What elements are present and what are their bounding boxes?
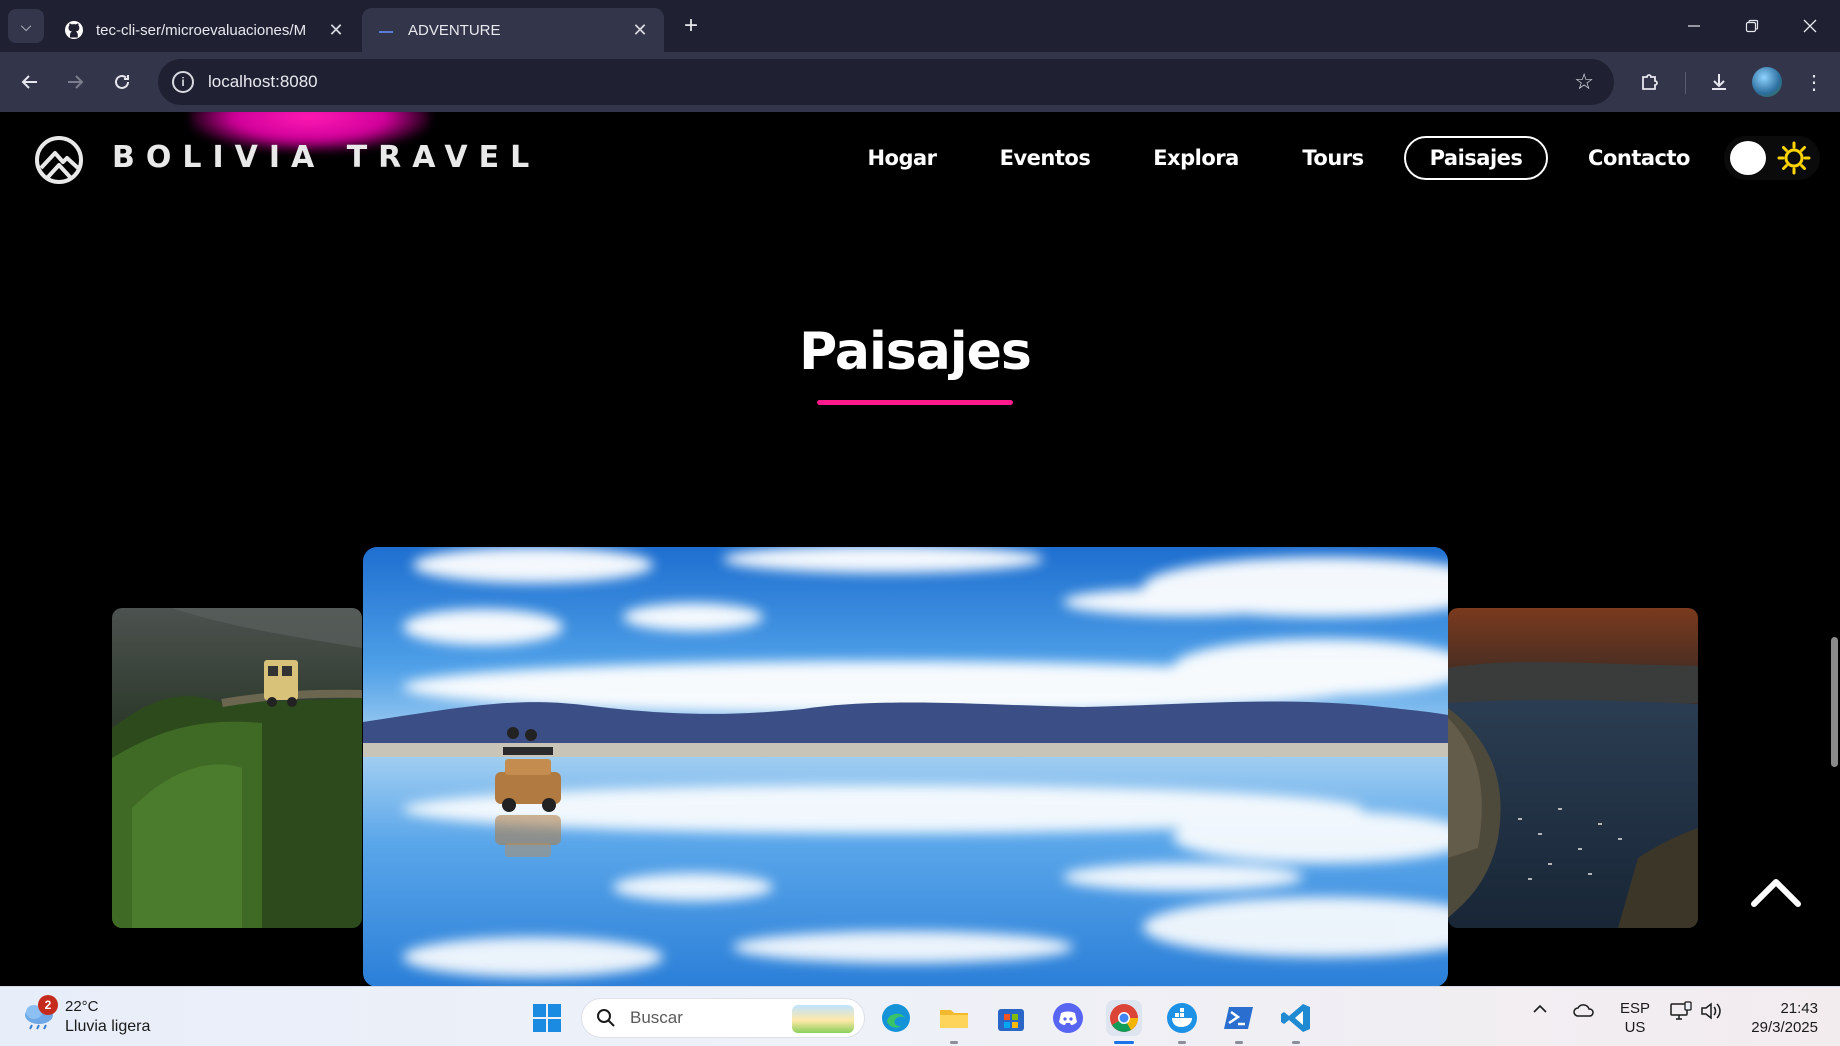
keyboard-layout: US: [1624, 1019, 1646, 1036]
vscode-app[interactable]: [1278, 1000, 1314, 1044]
close-icon: [1803, 19, 1817, 33]
chevron-down-icon: ⌵: [20, 17, 32, 34]
nav-link-hogar[interactable]: Hogar: [856, 136, 948, 180]
volume-icon: [1701, 1002, 1721, 1020]
volume-tray[interactable]: [1700, 1001, 1722, 1026]
restore-icon: [1745, 19, 1759, 33]
network-tray[interactable]: [1670, 1001, 1692, 1026]
terminal-icon: [1224, 1007, 1253, 1029]
menu-button[interactable]: ⋮: [1796, 64, 1832, 100]
tab-title: tec-cli-ser/microevaluaciones/M: [96, 21, 307, 39]
carousel-card-uyuni[interactable]: [363, 547, 1448, 986]
bookmark-star-icon[interactable]: ☆: [1574, 69, 1594, 95]
docker-app[interactable]: [1164, 1000, 1200, 1044]
arrow-left-icon: [21, 75, 37, 89]
nav-link-explora[interactable]: Explora: [1146, 136, 1246, 180]
extensions-button[interactable]: [1632, 64, 1668, 100]
store-icon: [998, 1009, 1024, 1031]
chevron-up-icon: [1533, 1004, 1547, 1013]
nav-link-tours[interactable]: Tours: [1292, 136, 1374, 180]
web-page: BOLIVIA TRAVEL Hogar Eventos Explora Tou…: [0, 112, 1840, 986]
language-code: ESP: [1620, 1000, 1651, 1017]
toggle-knob: [1730, 141, 1766, 175]
reload-button[interactable]: [104, 64, 140, 100]
system-clock[interactable]: 21:43 29/3/2025: [1742, 999, 1818, 1037]
mountain-logo-icon[interactable]: [34, 135, 84, 185]
weather-alert-badge: 2: [38, 995, 58, 1015]
docker-icon: [1167, 1003, 1197, 1033]
forward-button[interactable]: [57, 64, 93, 100]
taskbar-search[interactable]: Buscar: [581, 998, 865, 1038]
reload-icon: [115, 74, 129, 89]
search-placeholder: Buscar: [630, 1008, 683, 1027]
theme-toggle[interactable]: [1724, 136, 1820, 180]
tab-title: ADVENTURE: [408, 21, 501, 39]
more-vertical-icon: ⋮: [1804, 71, 1824, 94]
input-language[interactable]: ESP US: [1620, 999, 1650, 1037]
site-info-icon[interactable]: i: [172, 71, 194, 93]
page-favicon-icon: [376, 20, 396, 40]
close-tab-icon[interactable]: ✕: [630, 20, 650, 41]
new-tab-button[interactable]: +: [676, 12, 706, 42]
vscode-icon: [1281, 1004, 1310, 1032]
microsoft-store-app[interactable]: [993, 1000, 1029, 1036]
address-text: localhost:8080: [208, 72, 318, 91]
profile-avatar[interactable]: [1752, 67, 1782, 97]
scroll-to-top-icon[interactable]: [1748, 872, 1804, 912]
cloud-icon: [1573, 1004, 1594, 1017]
sun-icon: [1777, 141, 1811, 175]
close-tab-icon[interactable]: ✕: [326, 20, 346, 41]
show-hidden-icons-button[interactable]: [1532, 1001, 1548, 1022]
brand-name[interactable]: BOLIVIA TRAVEL: [112, 140, 540, 175]
yungas-road-image: [112, 608, 362, 928]
edge-icon: [882, 1004, 910, 1032]
file-explorer-app[interactable]: [936, 1000, 972, 1044]
title-underline: [817, 400, 1013, 405]
restore-button[interactable]: [1724, 8, 1780, 44]
edge-app[interactable]: [878, 1000, 914, 1036]
tab-adventure[interactable]: ADVENTURE ✕: [362, 8, 664, 52]
clock-time: 21:43: [1780, 1000, 1818, 1017]
folder-icon: [940, 1010, 968, 1028]
onedrive-tray[interactable]: [1572, 1001, 1596, 1024]
powershell-app[interactable]: [1221, 1000, 1257, 1044]
chrome-icon: [1110, 1004, 1138, 1032]
section-title: Paisajes: [799, 322, 1032, 382]
close-window-button[interactable]: [1782, 8, 1838, 44]
github-icon: [64, 20, 84, 40]
nav-link-paisajes[interactable]: Paisajes: [1404, 136, 1548, 180]
browser-tab-bar: ⌵ tec-cli-ser/microevaluaciones/M ✕ ADVE…: [0, 0, 1840, 52]
nav-link-eventos[interactable]: Eventos: [990, 136, 1100, 180]
lake-titicaca-image: [1448, 608, 1698, 928]
chrome-app[interactable]: [1106, 1000, 1142, 1044]
carousel-card-titicaca[interactable]: [1448, 608, 1698, 928]
salar-de-uyuni-image: [363, 547, 1448, 986]
network-icon: [1670, 1001, 1692, 1020]
puzzle-icon: [1642, 74, 1658, 90]
search-icon: [597, 1009, 615, 1027]
weather-temperature: 22°C: [65, 998, 99, 1015]
back-button[interactable]: [12, 64, 48, 100]
tab-github[interactable]: tec-cli-ser/microevaluaciones/M ✕: [50, 8, 360, 52]
carousel-card-yungas[interactable]: [112, 608, 362, 928]
browser-toolbar: i localhost:8080 ☆ ⋮: [0, 52, 1840, 112]
windows-taskbar: 2 22°C Lluvia ligera Buscar ESP US 21:43…: [0, 986, 1840, 1046]
clock-date: 29/3/2025: [1751, 1019, 1818, 1036]
search-highlight-art: [792, 1005, 854, 1033]
arrow-right-icon: [68, 75, 84, 89]
nav-link-contacto[interactable]: Contacto: [1578, 136, 1700, 180]
discord-app[interactable]: [1050, 1000, 1086, 1036]
minimize-icon: [1688, 25, 1700, 27]
weather-description: Lluvia ligera: [65, 1018, 151, 1035]
minimize-button[interactable]: [1666, 8, 1722, 44]
toolbar-divider: [1685, 72, 1686, 94]
download-icon: [1712, 74, 1726, 90]
address-bar[interactable]: i localhost:8080 ☆: [158, 59, 1614, 105]
discord-icon: [1053, 1003, 1083, 1033]
tab-search-button[interactable]: ⌵: [8, 9, 44, 43]
windows-start-icon[interactable]: [532, 1003, 562, 1033]
downloads-button[interactable]: [1701, 64, 1737, 100]
page-scrollbar[interactable]: [1831, 637, 1838, 767]
